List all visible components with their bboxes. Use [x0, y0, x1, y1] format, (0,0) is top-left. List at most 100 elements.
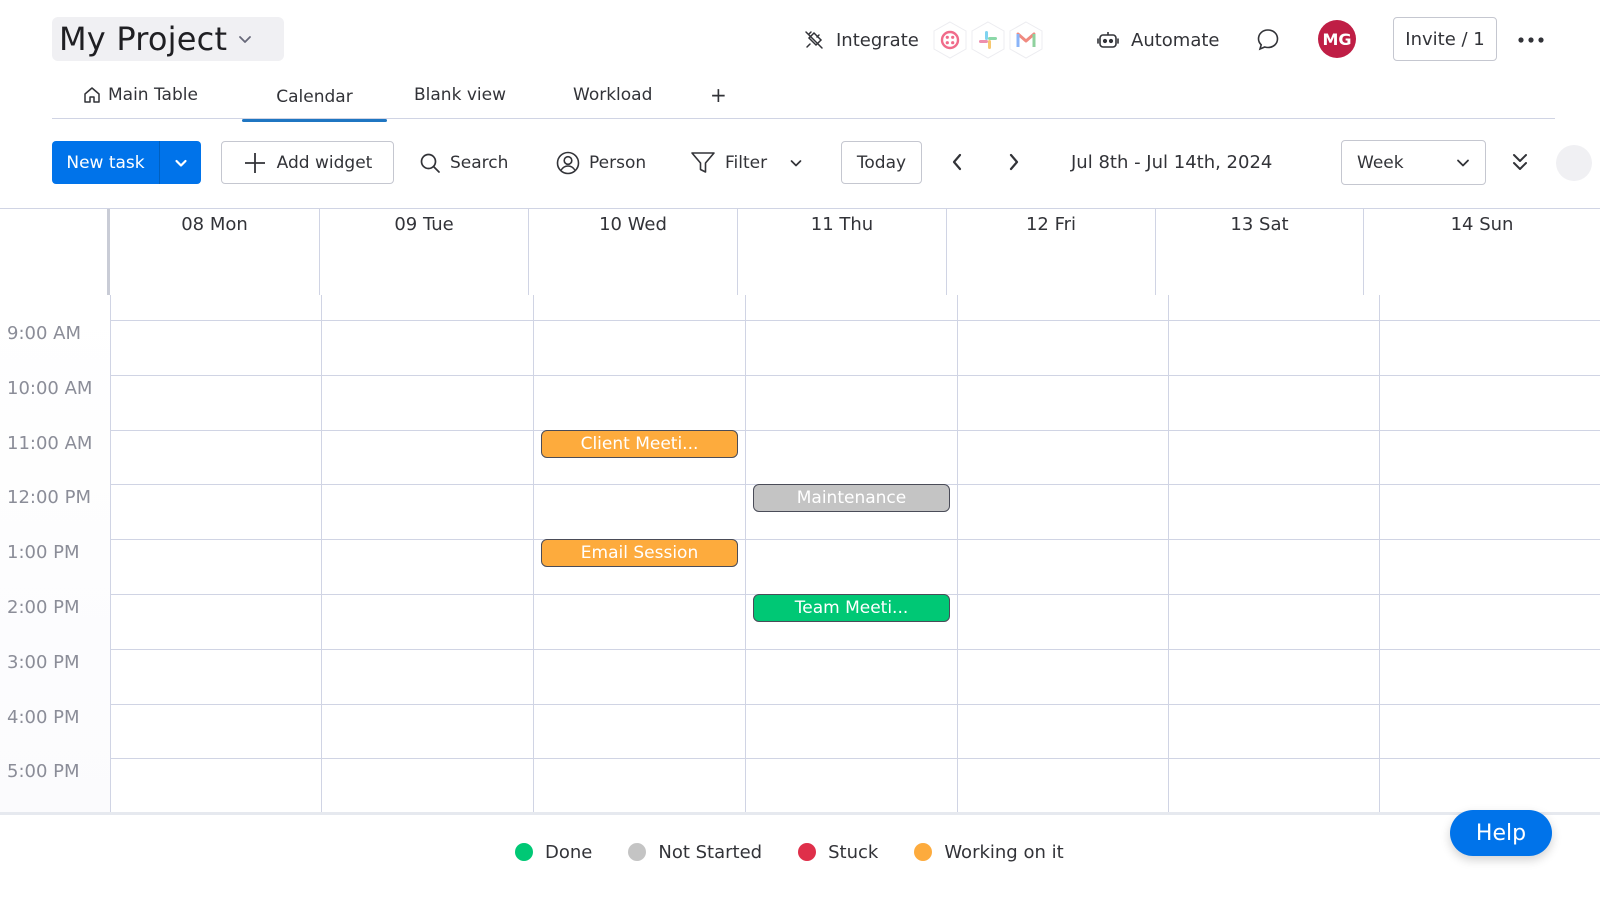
person-filter-button[interactable]: Person [556, 141, 646, 184]
hour-divider [110, 539, 1600, 541]
day-header[interactable]: 12 Fri [947, 209, 1156, 295]
hour-divider [110, 648, 1600, 650]
more-options-button[interactable] [1515, 26, 1547, 54]
hour-label: 3:00 PM [7, 651, 80, 673]
add-widget-label: Add widget [276, 152, 373, 173]
project-title: My Project [59, 20, 228, 58]
integration-apps[interactable] [930, 20, 1044, 60]
new-task-dropdown[interactable] [160, 141, 201, 184]
legend-item: Not Started [628, 842, 762, 863]
legend-label: Not Started [658, 841, 763, 863]
add-view-button[interactable]: + [710, 72, 727, 118]
status-dot-icon [914, 843, 933, 861]
view-range-value: Week [1357, 152, 1404, 173]
filter-label: Filter [725, 152, 768, 173]
day-column-divider [1379, 295, 1380, 815]
search-label: Search [450, 152, 509, 173]
legend-label: Stuck [828, 841, 879, 863]
automate-label: Automate [1131, 29, 1220, 51]
tab-main-table[interactable]: Main Table [82, 72, 198, 118]
day-column-divider [110, 295, 111, 815]
hour-label: 5:00 PM [7, 761, 80, 783]
day-header[interactable]: 14 Sun [1364, 209, 1600, 295]
day-column-divider [321, 295, 322, 815]
invite-button[interactable]: Invite / 1 [1393, 17, 1497, 61]
tab-calendar[interactable]: Calendar [242, 74, 387, 122]
hour-divider [110, 374, 1600, 376]
day-header[interactable]: 11 Thu [738, 209, 947, 295]
status-legend: Done Not Started Stuck Working on it [515, 838, 1100, 866]
plus-icon: + [710, 83, 727, 107]
automate-button[interactable]: Automate [1095, 16, 1220, 64]
chevron-right-icon[interactable] [1002, 150, 1026, 174]
day-header[interactable]: 10 Wed [529, 209, 738, 295]
tab-label: Calendar [276, 87, 353, 107]
tab-blank-view[interactable]: Blank view [414, 72, 506, 118]
search-icon [420, 153, 440, 173]
tab-label: Main Table [108, 85, 198, 105]
calendar-event[interactable]: Team Meeti... [753, 594, 950, 622]
add-widget-button[interactable]: Add widget [221, 141, 394, 184]
chevron-down-icon [239, 36, 252, 43]
hour-label: 2:00 PM [7, 597, 80, 618]
hour-divider [110, 429, 1600, 431]
hour-divider [110, 703, 1600, 705]
hour-label: 10:00 AM [7, 377, 93, 399]
day-column-divider [1168, 295, 1169, 815]
day-header[interactable]: 09 Tue [320, 209, 529, 295]
gmail-icon [1006, 20, 1046, 60]
more-horizontal-icon [1518, 37, 1544, 43]
tab-workload[interactable]: Workload [573, 72, 652, 118]
hour-label: 4:00 PM [7, 706, 80, 728]
project-title-dropdown[interactable]: My Project [52, 17, 284, 61]
day-column-divider [533, 295, 534, 815]
today-button[interactable]: Today [841, 141, 922, 184]
view-range-select[interactable]: Week [1341, 140, 1486, 185]
double-chevron-down-icon[interactable] [1508, 150, 1532, 174]
day-header[interactable]: 08 Mon [110, 209, 320, 295]
robot-icon [1097, 32, 1119, 48]
grid-bottom-border [0, 812, 1600, 815]
help-button[interactable]: Help [1450, 810, 1552, 856]
header-actions: Integrate Automate MG Invite / 1 [780, 16, 1600, 64]
hour-label: 12:00 PM [7, 487, 91, 509]
person-label: Person [589, 152, 647, 173]
toolbar: New task Add widget Search Person Filter… [0, 140, 1600, 186]
calendar-week-view: 08 Mon 09 Tue 10 Wed 11 Thu 12 Fri 13 Sat 14 S… [0, 208, 1600, 815]
updates-button[interactable] [1255, 16, 1281, 64]
status-dot-icon [628, 843, 647, 861]
avatar[interactable]: MG [1318, 20, 1356, 58]
hour-label: 11:00 AM [7, 432, 93, 454]
legend-label: Working on it [944, 841, 1064, 863]
integrate-button[interactable]: Integrate [802, 16, 919, 64]
day-column-divider [957, 295, 958, 815]
calendar-grid: 9:00 AM 10:00 AM 11:00 AM 12:00 PM 1:00 PM 2:… [0, 295, 1600, 815]
new-task-button[interactable]: New task [52, 141, 201, 184]
chat-bubble-icon [1257, 29, 1279, 51]
tab-label: Workload [573, 85, 653, 105]
filter-button[interactable]: Filter [690, 141, 804, 184]
status-dot-icon [515, 843, 533, 861]
calendar-event[interactable]: Email Session [541, 539, 738, 568]
view-tabs: Main Table Calendar Blank view Workload … [52, 72, 1555, 122]
day-column-divider [745, 295, 746, 815]
day-header[interactable]: 13 Sat [1156, 209, 1364, 295]
person-icon [556, 151, 580, 174]
chevron-left-icon[interactable] [945, 150, 969, 174]
hour-divider [110, 320, 1600, 321]
date-range-label: Jul 8th - Jul 14th, 2024 [1071, 152, 1273, 173]
calendar-event[interactable]: Client Meeti... [541, 429, 738, 458]
side-panel-toggle[interactable] [1556, 145, 1592, 181]
legend-item: Done [515, 842, 592, 863]
legend-item: Stuck [798, 842, 878, 863]
chevron-down-icon[interactable] [788, 155, 804, 171]
new-task-label[interactable]: New task [52, 141, 160, 184]
calendar-event[interactable]: Maintenance [753, 484, 950, 513]
chevron-down-icon [1457, 159, 1469, 166]
time-gutter-header [0, 209, 110, 295]
legend-item: Working on it [914, 841, 1064, 863]
filter-icon [691, 151, 715, 173]
search-button[interactable]: Search [419, 141, 508, 184]
chevron-down-icon [174, 159, 187, 167]
integrate-label: Integrate [836, 29, 919, 51]
